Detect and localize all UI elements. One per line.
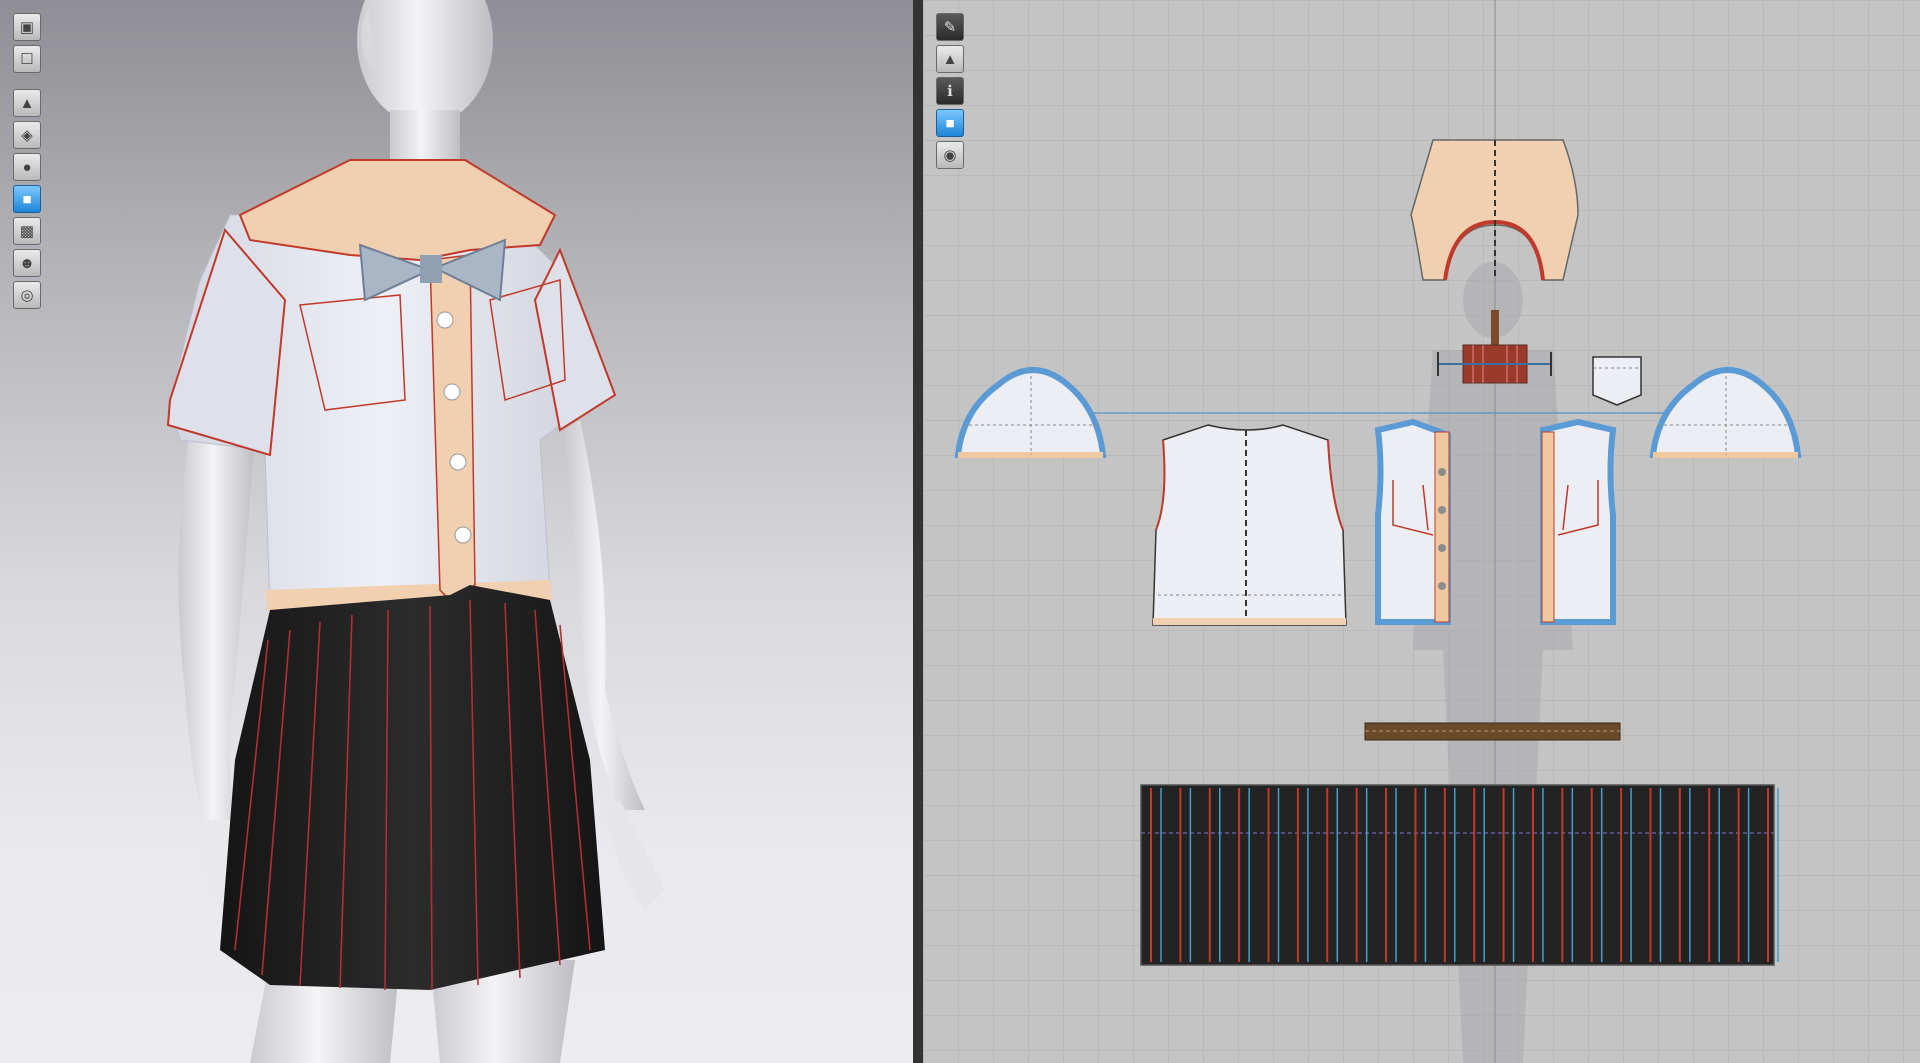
silhouette-icon[interactable]: ☻ bbox=[13, 249, 41, 277]
surface-mode-icon[interactable]: ■ bbox=[13, 185, 41, 213]
3d-viewport[interactable]: ▣ ☐ ▲ ◈ ● ■ ▩ ☻ ◎ bbox=[0, 0, 913, 1063]
thickness-view-icon[interactable]: ▩ bbox=[13, 217, 41, 245]
pattern-pocket[interactable] bbox=[1592, 356, 1642, 406]
3d-toolbar: ▣ ☐ ▲ ◈ ● ■ ▩ ☻ ◎ bbox=[13, 13, 41, 313]
2d-toolbar: ✎ ▲ ℹ ■ ◉ bbox=[936, 13, 964, 173]
garment-view-icon[interactable]: ▲ bbox=[936, 45, 964, 73]
pattern-sleeve-left[interactable] bbox=[954, 367, 1107, 458]
pattern-front-bodice-right[interactable] bbox=[1540, 418, 1617, 625]
info-icon[interactable]: ℹ bbox=[936, 77, 964, 105]
fitting-mode-icon[interactable]: ▲ bbox=[13, 89, 41, 117]
pattern-skirt-panel[interactable] bbox=[1140, 784, 1779, 966]
globe-render-icon[interactable]: ◎ bbox=[13, 281, 41, 309]
2d-pattern-canvas[interactable] bbox=[923, 0, 1920, 1063]
display-garment-icon[interactable]: ☐ bbox=[13, 45, 41, 73]
lock-garment-icon[interactable]: ◉ bbox=[936, 141, 964, 169]
skirt-3d[interactable] bbox=[220, 585, 605, 991]
fabric-view-icon[interactable]: ■ bbox=[936, 109, 964, 137]
pattern-edit-icon[interactable]: ✎ bbox=[936, 13, 964, 41]
panel-divider[interactable] bbox=[913, 0, 923, 1063]
2d-pattern-viewport[interactable]: ✎ ▲ ℹ ■ ◉ bbox=[923, 0, 1920, 1063]
texture-view-icon[interactable]: ◈ bbox=[13, 121, 41, 149]
avatar-view-icon[interactable]: ● bbox=[13, 153, 41, 181]
pattern-back-bodice[interactable] bbox=[1152, 424, 1347, 626]
pattern-front-bodice-left[interactable] bbox=[1373, 418, 1451, 625]
3d-scene[interactable] bbox=[0, 0, 913, 1063]
display-avatar-icon[interactable]: ▣ bbox=[13, 13, 41, 41]
pattern-waistband[interactable] bbox=[1364, 722, 1621, 741]
pattern-sleeve-right[interactable] bbox=[1649, 367, 1802, 458]
